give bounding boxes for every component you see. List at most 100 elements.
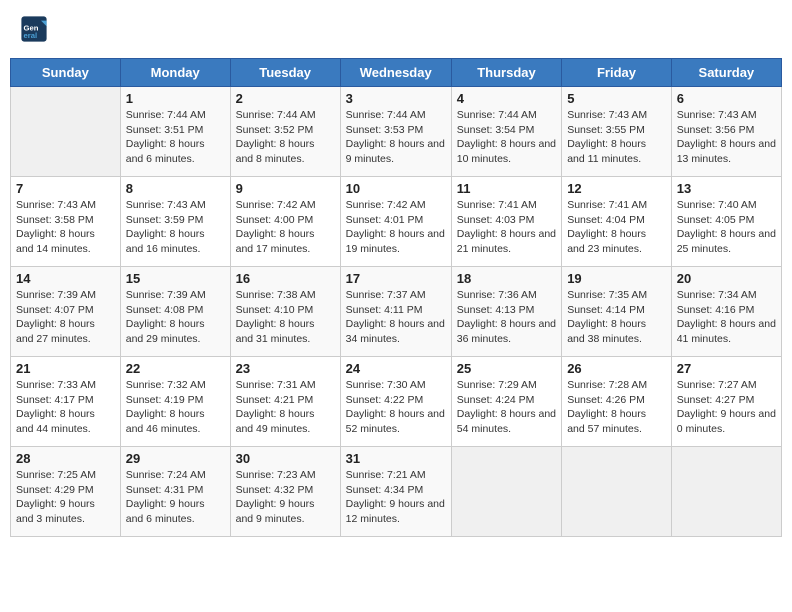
week-row-1: 1 Sunrise: 7:44 AMSunset: 3:51 PMDayligh… xyxy=(11,87,782,177)
day-number: 30 xyxy=(236,451,335,466)
day-number: 11 xyxy=(457,181,556,196)
day-info: Sunrise: 7:43 AMSunset: 3:55 PMDaylight:… xyxy=(567,108,666,167)
day-number: 1 xyxy=(126,91,225,106)
day-number: 8 xyxy=(126,181,225,196)
calendar-cell xyxy=(11,87,121,177)
weekday-saturday: Saturday xyxy=(671,59,781,87)
calendar-cell xyxy=(562,447,672,537)
calendar-cell: 26 Sunrise: 7:28 AMSunset: 4:26 PMDaylig… xyxy=(562,357,672,447)
calendar-cell: 29 Sunrise: 7:24 AMSunset: 4:31 PMDaylig… xyxy=(120,447,230,537)
calendar-cell: 16 Sunrise: 7:38 AMSunset: 4:10 PMDaylig… xyxy=(230,267,340,357)
calendar-cell: 3 Sunrise: 7:44 AMSunset: 3:53 PMDayligh… xyxy=(340,87,451,177)
day-info: Sunrise: 7:39 AMSunset: 4:07 PMDaylight:… xyxy=(16,288,115,347)
day-info: Sunrise: 7:33 AMSunset: 4:17 PMDaylight:… xyxy=(16,378,115,437)
day-number: 12 xyxy=(567,181,666,196)
day-info: Sunrise: 7:30 AMSunset: 4:22 PMDaylight:… xyxy=(346,378,446,437)
weekday-header-row: SundayMondayTuesdayWednesdayThursdayFrid… xyxy=(11,59,782,87)
day-number: 10 xyxy=(346,181,446,196)
day-info: Sunrise: 7:28 AMSunset: 4:26 PMDaylight:… xyxy=(567,378,666,437)
day-info: Sunrise: 7:42 AMSunset: 4:00 PMDaylight:… xyxy=(236,198,335,257)
calendar-cell: 5 Sunrise: 7:43 AMSunset: 3:55 PMDayligh… xyxy=(562,87,672,177)
day-number: 28 xyxy=(16,451,115,466)
day-number: 27 xyxy=(677,361,776,376)
calendar-cell xyxy=(451,447,561,537)
weekday-friday: Friday xyxy=(562,59,672,87)
day-info: Sunrise: 7:32 AMSunset: 4:19 PMDaylight:… xyxy=(126,378,225,437)
week-row-2: 7 Sunrise: 7:43 AMSunset: 3:58 PMDayligh… xyxy=(11,177,782,267)
calendar-cell: 23 Sunrise: 7:31 AMSunset: 4:21 PMDaylig… xyxy=(230,357,340,447)
day-number: 24 xyxy=(346,361,446,376)
calendar-table: SundayMondayTuesdayWednesdayThursdayFrid… xyxy=(10,58,782,537)
day-number: 4 xyxy=(457,91,556,106)
day-info: Sunrise: 7:43 AMSunset: 3:56 PMDaylight:… xyxy=(677,108,776,167)
day-info: Sunrise: 7:40 AMSunset: 4:05 PMDaylight:… xyxy=(677,198,776,257)
calendar-cell: 8 Sunrise: 7:43 AMSunset: 3:59 PMDayligh… xyxy=(120,177,230,267)
day-number: 26 xyxy=(567,361,666,376)
calendar-cell: 15 Sunrise: 7:39 AMSunset: 4:08 PMDaylig… xyxy=(120,267,230,357)
calendar-cell: 17 Sunrise: 7:37 AMSunset: 4:11 PMDaylig… xyxy=(340,267,451,357)
day-info: Sunrise: 7:44 AMSunset: 3:53 PMDaylight:… xyxy=(346,108,446,167)
calendar-cell: 18 Sunrise: 7:36 AMSunset: 4:13 PMDaylig… xyxy=(451,267,561,357)
calendar-cell: 30 Sunrise: 7:23 AMSunset: 4:32 PMDaylig… xyxy=(230,447,340,537)
svg-text:eral: eral xyxy=(24,31,38,40)
calendar-cell: 12 Sunrise: 7:41 AMSunset: 4:04 PMDaylig… xyxy=(562,177,672,267)
weekday-monday: Monday xyxy=(120,59,230,87)
calendar-cell: 22 Sunrise: 7:32 AMSunset: 4:19 PMDaylig… xyxy=(120,357,230,447)
day-number: 14 xyxy=(16,271,115,286)
calendar-cell: 1 Sunrise: 7:44 AMSunset: 3:51 PMDayligh… xyxy=(120,87,230,177)
day-info: Sunrise: 7:41 AMSunset: 4:03 PMDaylight:… xyxy=(457,198,556,257)
calendar-cell: 31 Sunrise: 7:21 AMSunset: 4:34 PMDaylig… xyxy=(340,447,451,537)
day-number: 31 xyxy=(346,451,446,466)
day-info: Sunrise: 7:35 AMSunset: 4:14 PMDaylight:… xyxy=(567,288,666,347)
day-number: 5 xyxy=(567,91,666,106)
day-number: 25 xyxy=(457,361,556,376)
weekday-tuesday: Tuesday xyxy=(230,59,340,87)
calendar-cell: 10 Sunrise: 7:42 AMSunset: 4:01 PMDaylig… xyxy=(340,177,451,267)
day-info: Sunrise: 7:37 AMSunset: 4:11 PMDaylight:… xyxy=(346,288,446,347)
day-number: 13 xyxy=(677,181,776,196)
day-number: 6 xyxy=(677,91,776,106)
calendar-cell: 4 Sunrise: 7:44 AMSunset: 3:54 PMDayligh… xyxy=(451,87,561,177)
day-info: Sunrise: 7:29 AMSunset: 4:24 PMDaylight:… xyxy=(457,378,556,437)
calendar-cell: 28 Sunrise: 7:25 AMSunset: 4:29 PMDaylig… xyxy=(11,447,121,537)
page-header: Gen eral xyxy=(10,10,782,48)
weekday-sunday: Sunday xyxy=(11,59,121,87)
day-number: 29 xyxy=(126,451,225,466)
day-number: 21 xyxy=(16,361,115,376)
day-number: 17 xyxy=(346,271,446,286)
day-number: 18 xyxy=(457,271,556,286)
calendar-cell: 6 Sunrise: 7:43 AMSunset: 3:56 PMDayligh… xyxy=(671,87,781,177)
day-info: Sunrise: 7:44 AMSunset: 3:51 PMDaylight:… xyxy=(126,108,225,167)
day-info: Sunrise: 7:34 AMSunset: 4:16 PMDaylight:… xyxy=(677,288,776,347)
calendar-cell: 11 Sunrise: 7:41 AMSunset: 4:03 PMDaylig… xyxy=(451,177,561,267)
logo: Gen eral xyxy=(20,15,52,43)
day-info: Sunrise: 7:39 AMSunset: 4:08 PMDaylight:… xyxy=(126,288,225,347)
calendar-cell: 13 Sunrise: 7:40 AMSunset: 4:05 PMDaylig… xyxy=(671,177,781,267)
calendar-cell: 14 Sunrise: 7:39 AMSunset: 4:07 PMDaylig… xyxy=(11,267,121,357)
calendar-cell: 7 Sunrise: 7:43 AMSunset: 3:58 PMDayligh… xyxy=(11,177,121,267)
day-number: 23 xyxy=(236,361,335,376)
calendar-cell: 19 Sunrise: 7:35 AMSunset: 4:14 PMDaylig… xyxy=(562,267,672,357)
calendar-cell: 21 Sunrise: 7:33 AMSunset: 4:17 PMDaylig… xyxy=(11,357,121,447)
calendar-body: 1 Sunrise: 7:44 AMSunset: 3:51 PMDayligh… xyxy=(11,87,782,537)
day-number: 19 xyxy=(567,271,666,286)
calendar-cell: 2 Sunrise: 7:44 AMSunset: 3:52 PMDayligh… xyxy=(230,87,340,177)
calendar-cell: 9 Sunrise: 7:42 AMSunset: 4:00 PMDayligh… xyxy=(230,177,340,267)
calendar-cell: 20 Sunrise: 7:34 AMSunset: 4:16 PMDaylig… xyxy=(671,267,781,357)
day-info: Sunrise: 7:43 AMSunset: 3:59 PMDaylight:… xyxy=(126,198,225,257)
weekday-thursday: Thursday xyxy=(451,59,561,87)
day-number: 20 xyxy=(677,271,776,286)
day-number: 3 xyxy=(346,91,446,106)
day-info: Sunrise: 7:21 AMSunset: 4:34 PMDaylight:… xyxy=(346,468,446,527)
day-info: Sunrise: 7:44 AMSunset: 3:52 PMDaylight:… xyxy=(236,108,335,167)
day-number: 7 xyxy=(16,181,115,196)
day-info: Sunrise: 7:31 AMSunset: 4:21 PMDaylight:… xyxy=(236,378,335,437)
calendar-cell: 25 Sunrise: 7:29 AMSunset: 4:24 PMDaylig… xyxy=(451,357,561,447)
day-info: Sunrise: 7:42 AMSunset: 4:01 PMDaylight:… xyxy=(346,198,446,257)
day-number: 9 xyxy=(236,181,335,196)
day-info: Sunrise: 7:36 AMSunset: 4:13 PMDaylight:… xyxy=(457,288,556,347)
logo-icon: Gen eral xyxy=(20,15,48,43)
weekday-wednesday: Wednesday xyxy=(340,59,451,87)
day-number: 15 xyxy=(126,271,225,286)
week-row-4: 21 Sunrise: 7:33 AMSunset: 4:17 PMDaylig… xyxy=(11,357,782,447)
